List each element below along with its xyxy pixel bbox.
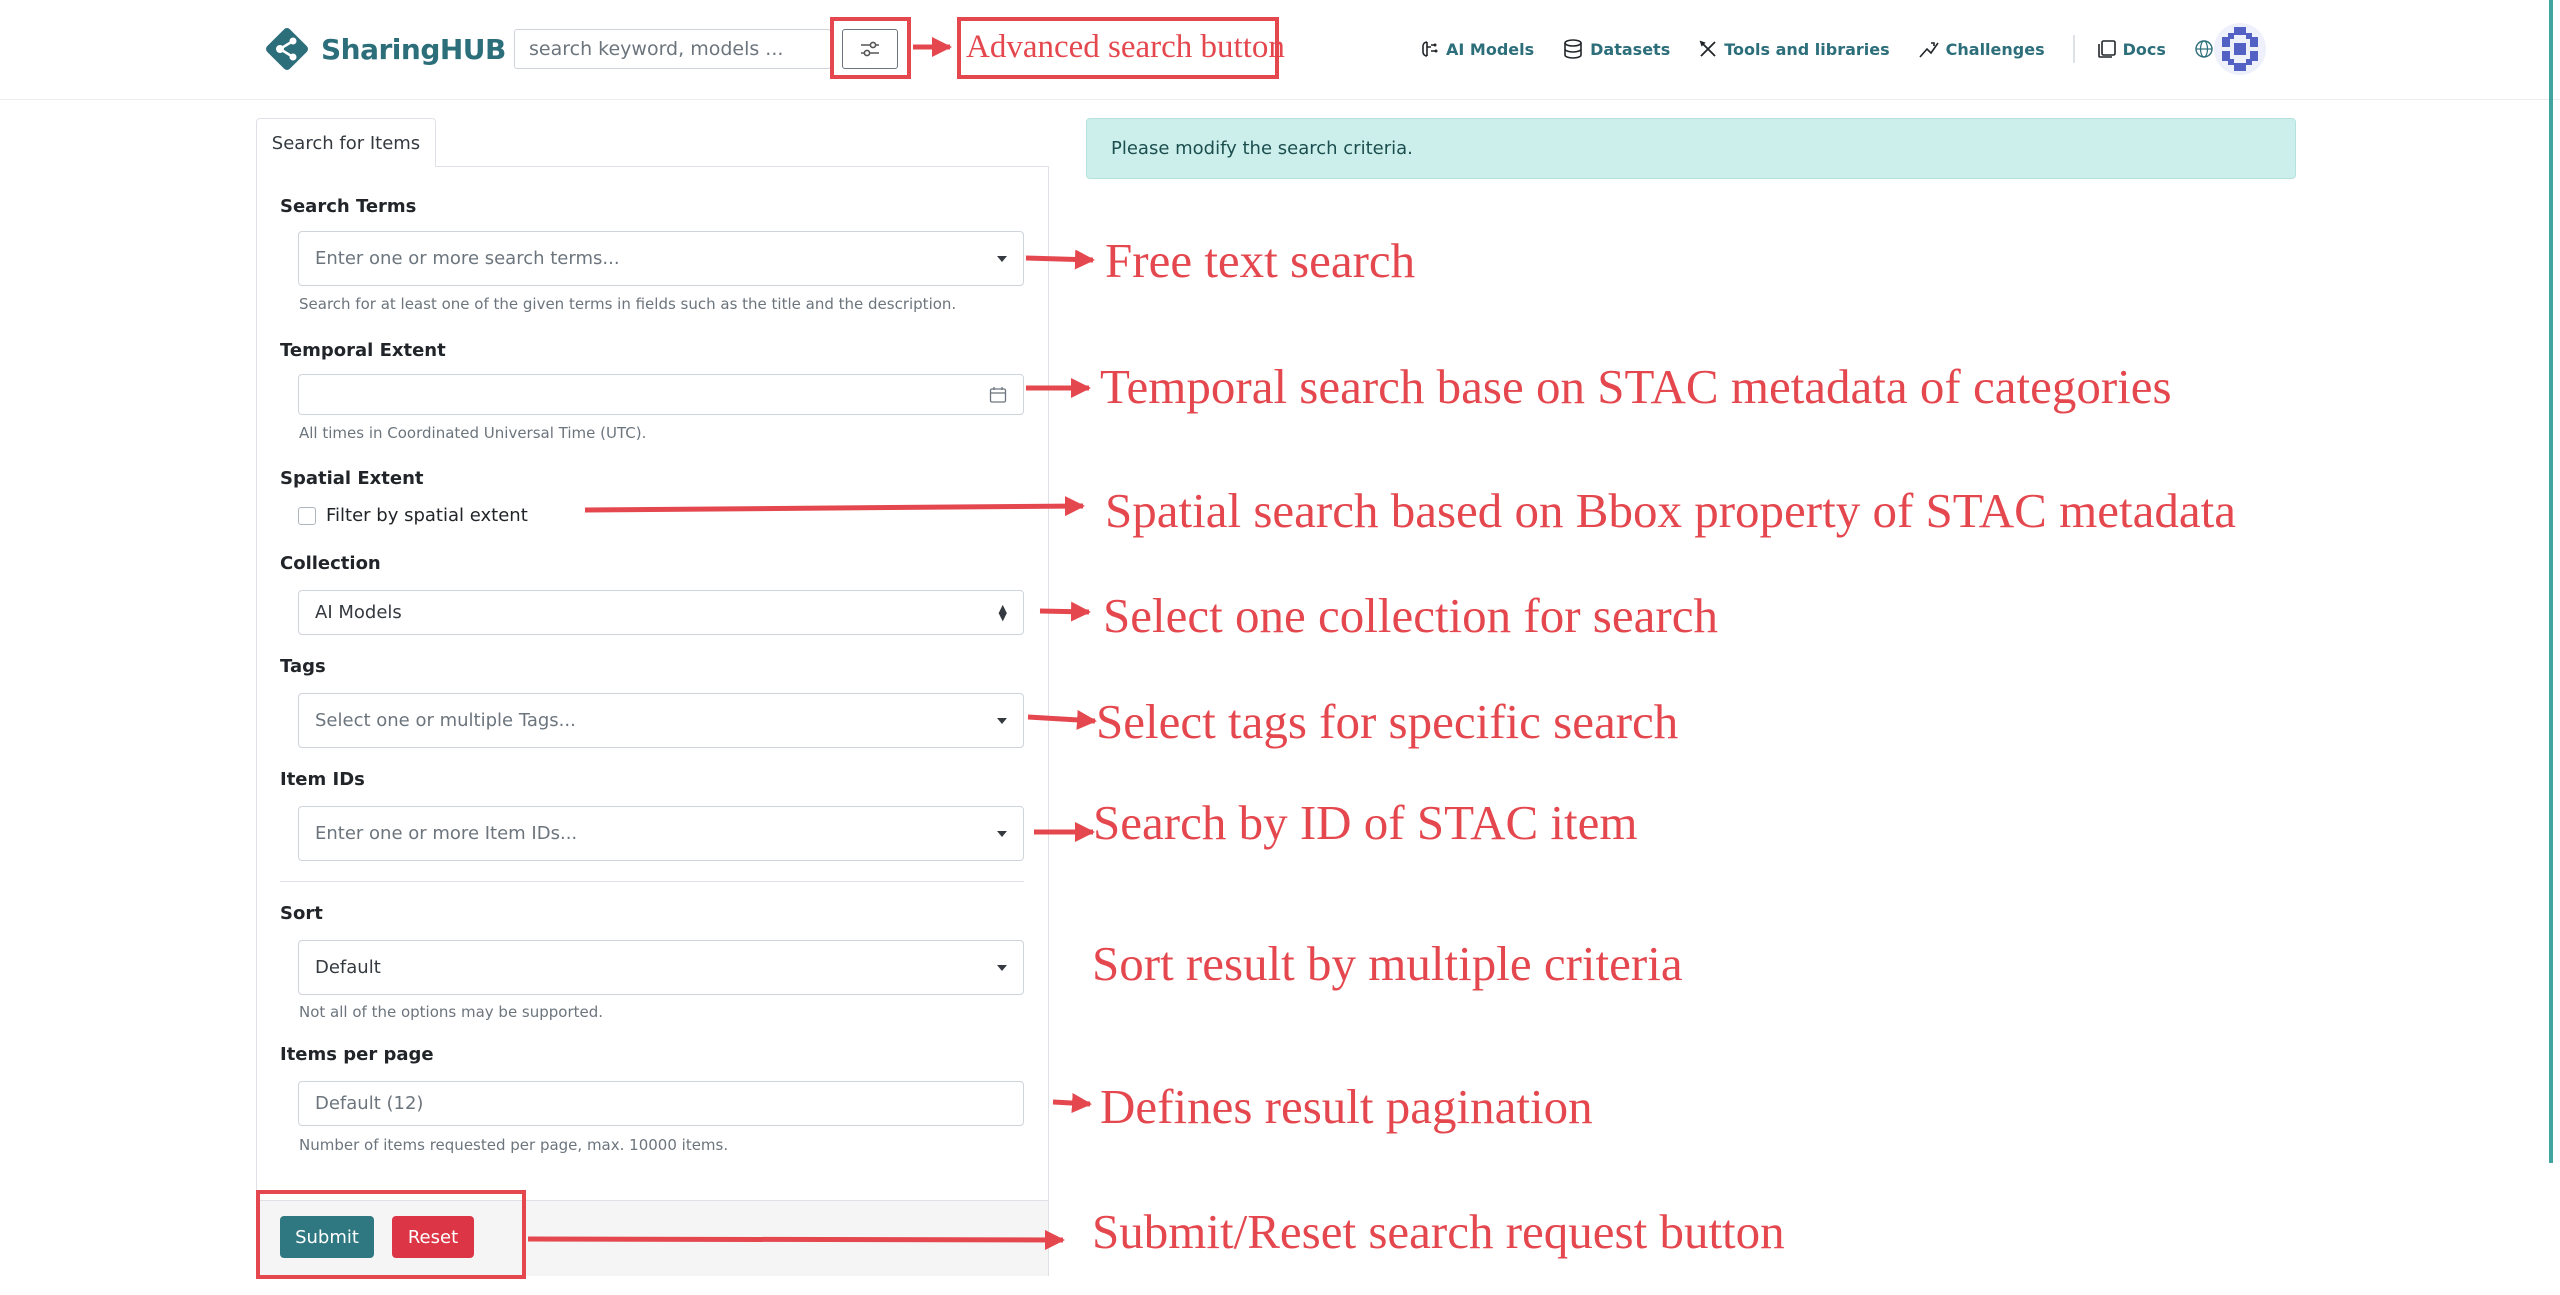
annotation-collection: Select one collection for search [1103, 588, 1718, 643]
item-ids-input[interactable]: Enter one or more Item IDs... [298, 806, 1024, 861]
tags-label: Tags [280, 656, 326, 677]
nav-challenges[interactable]: Challenges [1918, 39, 2045, 59]
brand-name: SharingHUB [321, 32, 506, 66]
sort-select[interactable]: Default [298, 940, 1024, 995]
spatial-extent-label: Spatial Extent [280, 468, 424, 489]
submit-reset-highlight-box [256, 1190, 526, 1279]
temporal-extent-input[interactable] [298, 374, 1024, 415]
nav-ai-models-label: AI Models [1446, 39, 1535, 59]
sort-selected-value: Default [315, 957, 381, 978]
nav-datasets-label: Datasets [1590, 39, 1671, 59]
book-icon [2097, 40, 2116, 58]
items-per-page-placeholder: Default (12) [315, 1093, 424, 1114]
annotation-tags: Select tags for specific search [1096, 694, 1679, 749]
temporal-extent-help: All times in Coordinated Universal Time … [299, 424, 647, 442]
spatial-filter-label: Filter by spatial extent [326, 505, 528, 526]
challenge-icon [1919, 42, 1939, 58]
search-criteria-alert: Please modify the search criteria. [1086, 118, 2296, 179]
form-divider [280, 881, 1024, 882]
search-terms-input[interactable]: Enter one or more search terms... [298, 231, 1024, 286]
navbar-search-field[interactable] [514, 29, 831, 69]
items-per-page-help: Number of items requested per page, max.… [299, 1136, 729, 1154]
search-terms-placeholder: Enter one or more search terms... [315, 248, 620, 269]
item-ids-label: Item IDs [280, 769, 365, 790]
search-terms-label: Search Terms [280, 196, 417, 217]
select-arrows-icon: ▲ ▼ [998, 601, 1007, 623]
chevron-down-icon [997, 717, 1007, 724]
annotation-spatial: Spatial search based on Bbox property of… [1105, 483, 2236, 538]
tab-search-for-items[interactable]: Search for Items [256, 118, 436, 167]
spatial-filter-row[interactable]: Filter by spatial extent [298, 505, 528, 526]
annotation-sort: Sort result by multiple criteria [1092, 936, 1683, 991]
annotation-advanced-search: Advanced search button [966, 29, 1285, 65]
nav-tools-and-libraries[interactable]: Tools and libraries [1698, 39, 1890, 59]
nav-datasets[interactable]: Datasets [1562, 38, 1670, 60]
items-per-page-input[interactable]: Default (12) [298, 1081, 1024, 1126]
nav-ai-models[interactable]: AI Models [1420, 39, 1534, 59]
search-terms-help: Search for at least one of the given ter… [299, 295, 957, 313]
nav-tools-label: Tools and libraries [1724, 39, 1890, 59]
collection-label: Collection [280, 553, 381, 574]
nav-docs[interactable]: Docs [2097, 39, 2166, 59]
user-avatar[interactable] [2214, 23, 2266, 75]
chevron-down-icon [997, 830, 1007, 837]
calendar-icon[interactable] [989, 386, 1007, 404]
collection-selected-value: AI Models [315, 602, 402, 623]
annotation-free-text: Free text search [1105, 233, 1416, 288]
chevron-down-icon [997, 964, 1007, 971]
nav-docs-label: Docs [2122, 39, 2166, 59]
database-icon [1564, 39, 1582, 59]
annotation-pagination: Defines result pagination [1100, 1079, 1593, 1134]
brain-icon [1422, 41, 1438, 57]
navbar-search-input[interactable] [515, 30, 830, 68]
collection-select[interactable]: AI Models ▲ ▼ [298, 590, 1024, 635]
nav-challenges-label: Challenges [1945, 39, 2045, 59]
navbar-links: AI Models Datasets Tools and libraries C… [1420, 28, 2258, 70]
chevron-down-icon [997, 255, 1007, 262]
advanced-search-highlight-box [830, 17, 911, 79]
globe-icon [2195, 40, 2213, 58]
tools-icon [1699, 40, 1716, 57]
alert-message: Please modify the search criteria. [1111, 138, 1413, 159]
nav-separator [2072, 35, 2075, 63]
brand-logo[interactable]: SharingHUB [263, 22, 506, 76]
arrow-pagination [1052, 1093, 1092, 1114]
scrollbar[interactable] [2549, 0, 2553, 1163]
items-per-page-label: Items per page [280, 1044, 434, 1065]
temporal-extent-label: Temporal Extent [280, 340, 446, 361]
spatial-filter-checkbox[interactable] [298, 506, 316, 525]
annotation-item-id: Search by ID of STAC item [1093, 795, 1638, 850]
item-ids-placeholder: Enter one or more Item IDs... [315, 823, 578, 844]
tags-select[interactable]: Select one or multiple Tags... [298, 693, 1024, 748]
annotation-submit-reset: Submit/Reset search request button [1092, 1204, 1785, 1259]
sort-label: Sort [280, 903, 323, 924]
annotation-temporal: Temporal search base on STAC metadata of… [1100, 359, 2172, 414]
sort-help: Not all of the options may be supported. [299, 1003, 604, 1021]
sharinghub-logo-icon [266, 28, 308, 70]
tags-placeholder: Select one or multiple Tags... [315, 710, 576, 731]
